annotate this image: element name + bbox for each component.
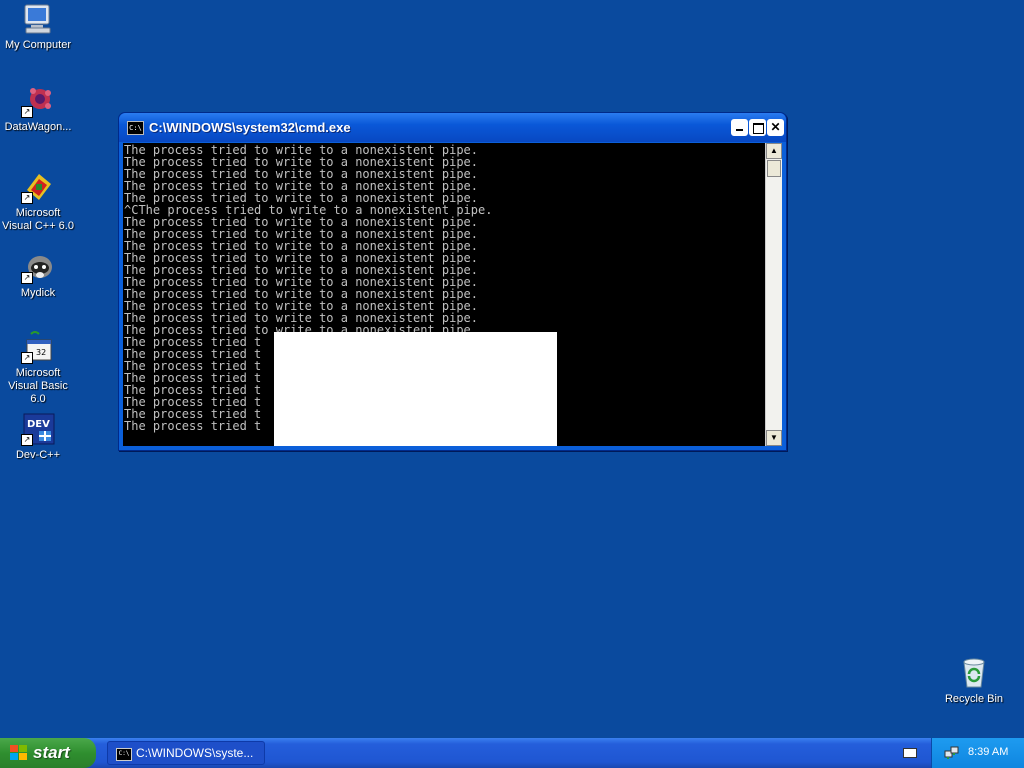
scroll-thumb[interactable] [767,160,781,177]
datawagon-icon: ↗ [21,84,55,118]
close-button[interactable]: ✕ [767,119,784,136]
network-icon[interactable] [944,745,959,760]
windows-logo-icon [10,745,27,761]
system-tray: 8:39 AM [931,738,1024,768]
raccoon-icon: ↗ [21,250,55,284]
recycle-bin-icon [957,656,991,690]
desktop-icon-label: Recycle Bin [944,693,1004,705]
minimize-button[interactable] [731,119,748,136]
cmd-icon[interactable]: C:\ [127,121,144,135]
scroll-down-arrow-icon[interactable]: ▼ [766,430,782,446]
window-titlebar[interactable]: C:\ C:\WINDOWS\system32\cmd.exe ✕ [119,113,786,142]
start-label: start [33,743,70,762]
svg-text:32: 32 [36,348,46,357]
desktop-icon-visual-basic[interactable]: 32 ↗ Microsoft Visual Basic 6.0 [0,330,76,406]
cmd-icon: C:\ [116,748,132,761]
vertical-scrollbar[interactable]: ▲ ▼ [765,143,782,446]
shortcut-arrow-icon: ↗ [21,106,33,118]
desktop-icon-label: Microsoft Visual Basic 6.0 [8,367,68,405]
console-output[interactable]: The process tried to write to a nonexist… [123,143,765,446]
scroll-up-arrow-icon[interactable]: ▲ [766,143,782,159]
desktop-icon-label: Dev-C++ [15,449,61,461]
start-button[interactable]: start [0,738,96,768]
desktop-icon-label: DataWagon... [4,121,72,133]
desktop-icon-datawagon[interactable]: ↗ DataWagon... [0,84,76,134]
taskbar-item-cmd[interactable]: C:\ C:\WINDOWS\syste... [107,741,265,765]
desktop-icon-mydick[interactable]: ↗ Mydick [0,250,76,300]
shortcut-arrow-icon: ↗ [21,272,33,284]
taskbar: start C:\ C:\WINDOWS\syste... 8:39 AM [0,738,1024,768]
visual-cpp-icon: ↗ [21,170,55,204]
desktop-icon-dev-cpp[interactable]: DEV ↗ Dev-C++ [0,412,76,462]
window-title: C:\WINDOWS\system32\cmd.exe [149,120,351,135]
computer-icon [21,2,55,36]
desktop-icon-recycle-bin[interactable]: Recycle Bin [936,656,1012,706]
desktop-icon-visual-cpp[interactable]: ↗ Microsoft Visual C++ 6.0 [0,170,76,233]
keyboard-icon[interactable] [903,748,917,758]
desktop-icon-my-computer[interactable]: My Computer [0,2,76,52]
taskbar-item-label: C:\WINDOWS\syste... [136,746,254,760]
svg-text:DEV: DEV [27,419,50,430]
desktop-icon-label: My Computer [4,39,72,51]
desktop-icon-label: Microsoft Visual C++ 6.0 [2,207,74,232]
desktop-icon-label: Mydick [20,287,56,299]
shortcut-arrow-icon: ↗ [21,434,33,446]
cmd-window[interactable]: C:\ C:\WINDOWS\system32\cmd.exe ✕ The pr… [118,112,787,451]
redaction-box [274,332,557,446]
shortcut-arrow-icon: ↗ [21,192,33,204]
maximize-button[interactable] [749,119,766,136]
shortcut-arrow-icon: ↗ [21,352,33,364]
visual-basic-icon: 32 ↗ [21,330,55,364]
clock[interactable]: 8:39 AM [968,746,1008,758]
dev-cpp-icon: DEV ↗ [21,412,55,446]
